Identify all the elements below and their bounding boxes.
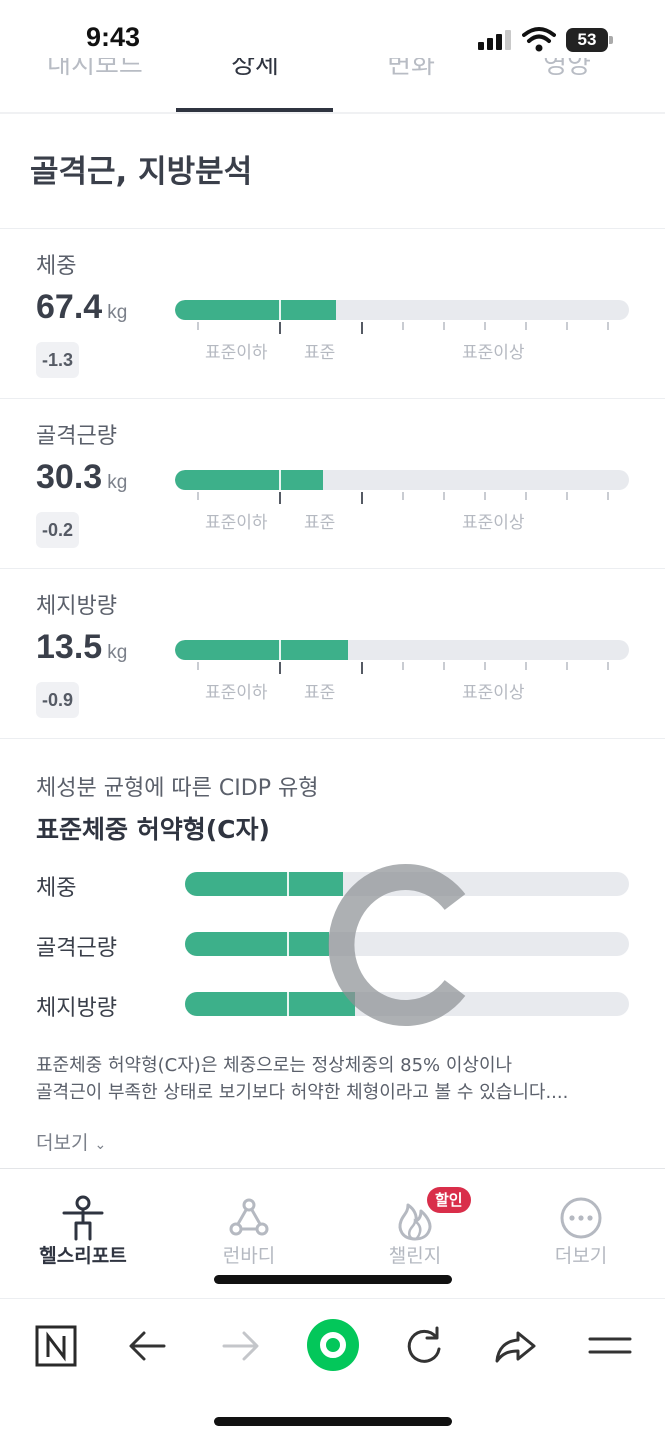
- cidp-subtitle: 체성분 균형에 따른 CIDP 유형: [36, 776, 319, 801]
- zone-below-label: 표준이하: [205, 343, 268, 363]
- metric-bar-fill: [175, 300, 337, 320]
- runbody-icon: [229, 1198, 269, 1236]
- active-tab-indicator: [176, 108, 333, 112]
- system-home-indicator: [214, 1417, 452, 1426]
- menu-icon[interactable]: [582, 1321, 638, 1371]
- metric-bar: [175, 640, 629, 660]
- cidp-type-title: 표준체중 허약형(C자): [36, 815, 270, 844]
- zone-standard-label: 표준: [304, 513, 336, 533]
- metric-label: 골격근량: [36, 424, 117, 449]
- tab-nutrition[interactable]: 영양: [484, 58, 650, 81]
- browser-toolbar: [0, 1298, 665, 1440]
- metric-body-fat: 체지방량 13.5 kg -0.9 표준이하 표준 표준이상: [0, 570, 665, 740]
- health-report-icon: [62, 1195, 104, 1241]
- cellular-signal-icon: [478, 30, 514, 50]
- zone-standard-label: 표준: [304, 343, 336, 363]
- cidp-c-shape-icon: [328, 864, 466, 1026]
- green-home-button-icon[interactable]: [303, 1315, 363, 1375]
- metric-value: 13.5 kg: [36, 628, 128, 666]
- battery-icon: 53: [566, 28, 614, 52]
- bar-ticks: [175, 322, 629, 334]
- zone-standard-label: 표준: [304, 683, 336, 703]
- zone-above-label: 표준이상: [462, 683, 525, 703]
- detail-tabs: 대시보드 상세 변화 영양: [0, 58, 665, 114]
- bar-ticks: [175, 492, 629, 504]
- cidp-row-label: 골격근량: [36, 936, 117, 961]
- tab-change[interactable]: 변화: [328, 58, 494, 81]
- section-title: 골격근, 지방분석: [30, 154, 253, 190]
- metric-label: 체지방량: [36, 594, 117, 619]
- divider: [0, 738, 665, 739]
- nav-health-report[interactable]: 헬스리포트: [0, 1189, 166, 1279]
- status-time: 9:43: [86, 22, 141, 52]
- metric-weight: 체중 67.4 kg -1.3 표준이하 표준 표준이상: [0, 230, 665, 400]
- divider: [0, 568, 665, 569]
- nav-runbody[interactable]: 런바디: [166, 1189, 332, 1279]
- forward-arrow-icon[interactable]: [212, 1321, 268, 1371]
- wifi-icon: [522, 27, 556, 52]
- metric-bar: [175, 300, 629, 320]
- naver-n-icon[interactable]: [28, 1321, 84, 1371]
- metric-skeletal-muscle: 골격근량 30.3 kg -0.2 표준이하 표준 표준이상: [0, 400, 665, 570]
- cidp-row-label: 체중: [36, 876, 77, 901]
- zone-above-label: 표준이상: [462, 513, 525, 533]
- zone-above-label: 표준이상: [462, 343, 525, 363]
- chevron-down-icon: ⌄: [94, 1137, 107, 1153]
- nav-label: 헬스리포트: [39, 1245, 127, 1267]
- nav-more[interactable]: 더보기: [498, 1189, 664, 1279]
- nav-label: 챌린지: [388, 1245, 442, 1267]
- zone-below-label: 표준이하: [205, 683, 268, 703]
- more-link[interactable]: 더보기 ⌄: [36, 1128, 106, 1155]
- change-badge: -1.3: [36, 342, 80, 378]
- bar-ticks: [175, 662, 629, 674]
- tab-dashboard[interactable]: 대시보드: [12, 58, 178, 81]
- tab-detail[interactable]: 상세: [172, 58, 338, 81]
- cidp-row-label: 체지방량: [36, 996, 117, 1021]
- back-arrow-icon[interactable]: [120, 1321, 176, 1371]
- metric-bar: [175, 470, 629, 490]
- nav-challenge[interactable]: 챌린지: [332, 1189, 498, 1279]
- metric-value: 67.4 kg: [36, 288, 128, 326]
- more-dots-icon: [560, 1197, 602, 1239]
- divider: [0, 228, 665, 229]
- refresh-icon[interactable]: [396, 1321, 452, 1371]
- metric-label: 체중: [36, 254, 77, 279]
- zone-below-label: 표준이하: [205, 513, 268, 533]
- metric-value: 30.3 kg: [36, 458, 128, 496]
- share-icon[interactable]: [488, 1321, 544, 1371]
- divider: [0, 398, 665, 399]
- change-badge: -0.9: [36, 682, 80, 718]
- nav-label: 런바디: [222, 1245, 276, 1267]
- cidp-description: 표준체중 허약형(C자)은 체중으로는 정상체중의 85% 이상이나 골격근이 …: [36, 1055, 569, 1103]
- change-badge: -0.2: [36, 512, 80, 548]
- sale-badge: 할인: [427, 1187, 471, 1213]
- metric-bar-fill: [175, 470, 323, 490]
- cidp-bar-fill: [185, 932, 330, 956]
- nav-label: 더보기: [554, 1245, 608, 1267]
- app-bottom-nav: 헬스리포트 런바디 챌린지 할인 더보기: [0, 1168, 665, 1298]
- app-home-indicator: [214, 1275, 452, 1284]
- metric-bar-fill: [175, 640, 348, 660]
- battery-level: 53: [577, 30, 597, 49]
